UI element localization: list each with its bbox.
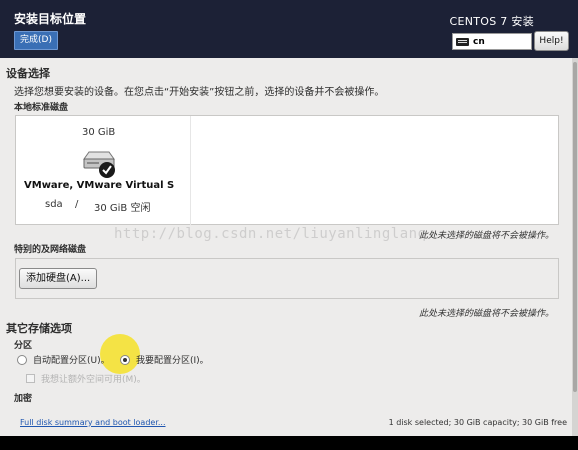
disk-size: 30 GiB [82, 127, 116, 138]
special-disks-note: 此处未选择的磁盘将不会被操作。 [418, 309, 554, 319]
disk-info-separator: / [75, 199, 79, 210]
top-header: 安装目标位置 完成(D) CENTOS 7 安装 cn Help! [0, 0, 578, 58]
extra-space-checkbox [26, 374, 35, 383]
local-disks-label: 本地标准磁盘 [14, 103, 69, 113]
watermark: http://blog.csdn.net/liuyanlinglanq [114, 226, 427, 242]
main-content: 设备选择 选择您想要安装的设备。在您点击“开始安装”按钮之前，选择的设备并不会被… [0, 58, 578, 436]
disk-device-name: sda [45, 199, 63, 210]
scrollbar-track[interactable] [572, 58, 578, 436]
local-disks-panel: 30 GiB VMware, VMware Virtual S sda / 30… [15, 115, 559, 225]
scrollbar-thumb[interactable] [573, 62, 577, 392]
storage-options-heading: 其它存储选项 [6, 322, 72, 335]
keyboard-layout-indicator[interactable]: cn [452, 33, 532, 50]
manual-partition-option[interactable]: 我要配置分区(I)。 [120, 353, 209, 366]
auto-partition-radio[interactable] [17, 354, 27, 365]
auto-partition-option[interactable]: 自动配置分区(U)。 [17, 353, 110, 366]
hard-disk-selected-icon [83, 151, 115, 178]
special-disks-panel: 添加硬盘(A)... [15, 258, 559, 299]
add-disk-button[interactable]: 添加硬盘(A)... [19, 268, 98, 289]
keyboard-layout-label: cn [473, 36, 485, 47]
local-disks-note: 此处未选择的磁盘将不会被操作。 [418, 231, 554, 241]
partitioning-label: 分区 [14, 341, 33, 351]
encryption-label: 加密 [14, 394, 33, 404]
extra-space-label: 我想让额外空间可用(M)。 [41, 375, 146, 385]
keyboard-icon [456, 37, 469, 46]
device-selection-description: 选择您想要安装的设备。在您点击“开始安装”按钮之前，选择的设备并不会被操作。 [14, 87, 385, 98]
product-title: CENTOS 7 安装 [449, 15, 534, 28]
done-button[interactable]: 完成(D) [14, 31, 58, 50]
disk-tile-sda[interactable]: 30 GiB VMware, VMware Virtual S sda / 30… [16, 116, 191, 225]
device-selection-heading: 设备选择 [6, 67, 50, 80]
disk-summary-status: 1 disk selected; 30 GiB capacity; 30 GiB… [388, 418, 567, 427]
disk-summary-link[interactable]: Full disk summary and boot loader... [20, 418, 166, 427]
special-disks-label: 特别的及网络磁盘 [14, 245, 87, 255]
manual-partition-radio[interactable] [120, 354, 130, 365]
manual-partition-label: 我要配置分区(I)。 [136, 356, 209, 366]
disk-free-space: 30 GiB 空闲 [94, 203, 151, 214]
extra-space-option: 我想让额外空间可用(M)。 [26, 372, 146, 385]
disk-model-name: VMware, VMware Virtual S [24, 180, 175, 191]
help-button[interactable]: Help! [534, 31, 569, 51]
auto-partition-label: 自动配置分区(U)。 [33, 356, 110, 366]
page-title: 安装目标位置 [14, 12, 87, 26]
